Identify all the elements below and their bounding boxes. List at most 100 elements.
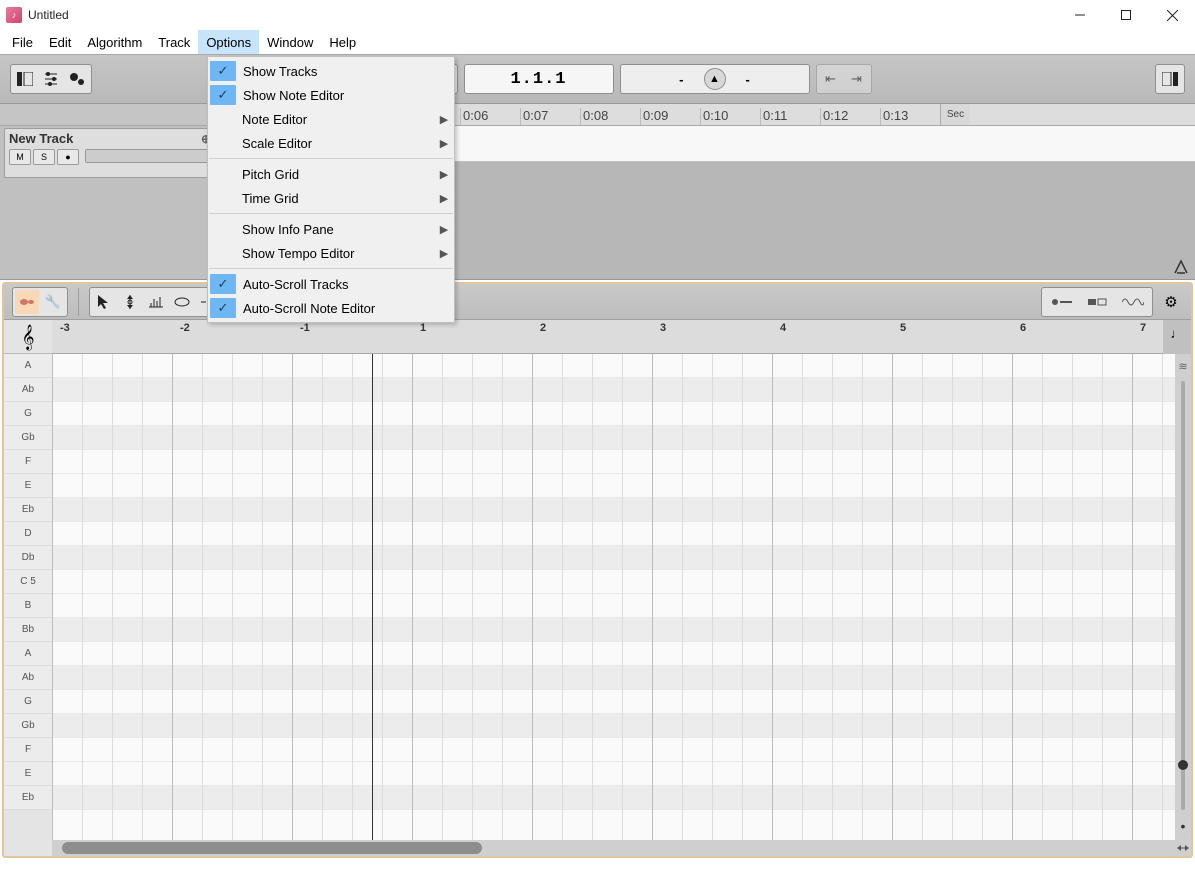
submenu-arrow-icon: ▶: [434, 168, 454, 181]
pitch-tool-icon[interactable]: [118, 290, 142, 314]
note-ruler[interactable]: -3-2-11234567: [52, 320, 1163, 354]
menuitem-note-editor[interactable]: Note Editor▶: [208, 107, 454, 131]
menuitem-auto-scroll-tracks[interactable]: ✓Auto-Scroll Tracks: [208, 272, 454, 296]
vertical-zoom-slider[interactable]: ≋ •: [1175, 354, 1191, 840]
menu-file[interactable]: File: [4, 30, 41, 54]
blob-tool-icon[interactable]: [65, 67, 89, 91]
pitch-label: B: [4, 594, 52, 618]
pitch-label: Gb: [4, 426, 52, 450]
grid-row: [52, 498, 1175, 522]
pitch-label: Ab: [4, 666, 52, 690]
grid-row: [52, 642, 1175, 666]
pitch-label: Eb: [4, 498, 52, 522]
bar-number: 7: [1140, 322, 1146, 334]
menuitem-scale-editor[interactable]: Scale Editor▶: [208, 131, 454, 155]
menu-algorithm[interactable]: Algorithm: [79, 30, 150, 54]
pitch-label: Ab: [4, 378, 52, 402]
check-icon: [208, 163, 236, 185]
bar-number: 5: [900, 322, 906, 334]
note-grid[interactable]: [52, 354, 1175, 840]
window-title: Untitled: [28, 8, 1057, 22]
metronome-icon[interactable]: ▲: [704, 68, 726, 90]
vslider-thumb[interactable]: [1178, 760, 1188, 770]
pitch-label: F: [4, 450, 52, 474]
nudge-right-icon: ⇥: [845, 67, 869, 91]
menuitem-show-tempo-editor[interactable]: Show Tempo Editor▶: [208, 241, 454, 265]
track-solo-button[interactable]: S: [33, 149, 55, 165]
maximize-button[interactable]: [1103, 0, 1149, 30]
tempo-right: -: [746, 72, 750, 87]
submenu-arrow-icon: ▶: [434, 137, 454, 150]
minimize-button[interactable]: [1057, 0, 1103, 30]
menu-window[interactable]: Window: [259, 30, 321, 54]
grid-row: [52, 450, 1175, 474]
menuitem-show-info-pane[interactable]: Show Info Pane▶: [208, 217, 454, 241]
tempo-left: -: [679, 72, 683, 87]
time-tick: 0:10: [700, 108, 760, 125]
view-mode-bars-icon[interactable]: [1080, 290, 1114, 314]
time-unit-label[interactable]: Sec: [940, 104, 970, 125]
track-name: New Track: [9, 131, 73, 146]
check-icon: ✓: [210, 61, 236, 81]
view-mode-blobs-icon[interactable]: [1044, 290, 1078, 314]
note-blob-tool-icon[interactable]: [170, 290, 194, 314]
amplitude-tool-icon[interactable]: [144, 290, 168, 314]
layout-panels-icon[interactable]: [13, 67, 37, 91]
right-panel-icon[interactable]: [1158, 67, 1182, 91]
track-mute-button[interactable]: M: [9, 149, 31, 165]
transport-position[interactable]: 1.1.1: [464, 64, 614, 94]
menuitem-show-tracks[interactable]: ✓Show Tracks: [208, 59, 454, 83]
close-button[interactable]: [1149, 0, 1195, 30]
menuitem-time-grid[interactable]: Time Grid▶: [208, 186, 454, 210]
menu-options[interactable]: Options: [198, 30, 259, 54]
bar-number: 3: [660, 322, 666, 334]
menu-track[interactable]: Track: [150, 30, 198, 54]
menuitem-show-note-editor[interactable]: ✓Show Note Editor: [208, 83, 454, 107]
grid-row: [52, 546, 1175, 570]
mixer-sliders-icon[interactable]: [39, 67, 63, 91]
menuitem-auto-scroll-note-editor[interactable]: ✓Auto-Scroll Note Editor: [208, 296, 454, 320]
pitch-label: F: [4, 738, 52, 762]
bar-number: 2: [540, 322, 546, 334]
corner-resize-icon[interactable]: [1175, 840, 1191, 856]
check-icon: [208, 218, 236, 240]
wrench-icon[interactable]: 🔧: [41, 290, 65, 314]
grid-row: [52, 690, 1175, 714]
grid-row: [52, 570, 1175, 594]
gear-icon[interactable]: ⚙: [1159, 290, 1183, 314]
pointer-tool-icon[interactable]: [92, 290, 116, 314]
playhead[interactable]: [372, 354, 373, 840]
track-volume-slider[interactable]: [85, 149, 211, 163]
grid-row: [52, 786, 1175, 810]
grid-row: [52, 618, 1175, 642]
bar-number: 1: [420, 322, 426, 334]
pitch-label: G: [4, 402, 52, 426]
check-icon: ✓: [210, 274, 236, 294]
scrollbar-thumb[interactable]: [62, 842, 482, 854]
submenu-arrow-icon: ▶: [434, 192, 454, 205]
check-icon: [208, 187, 236, 209]
track-card[interactable]: New Track ⊕ MS●: [4, 128, 216, 178]
check-icon: [208, 242, 236, 264]
bar-number: 6: [1020, 322, 1026, 334]
grid-row: [52, 762, 1175, 786]
menu-edit[interactable]: Edit: [41, 30, 79, 54]
horizontal-scrollbar[interactable]: [52, 840, 1175, 856]
menuitem-pitch-grid[interactable]: Pitch Grid▶: [208, 162, 454, 186]
note-editor: 🔧 ♯ ♮ ◈ ◈ ⚙ 𝄞 A: [2, 282, 1193, 858]
view-mode-waveform-icon[interactable]: [1116, 290, 1150, 314]
track-record-button[interactable]: ●: [57, 149, 79, 165]
clef-icon[interactable]: 𝄞: [4, 320, 52, 354]
track-corner-icon[interactable]: [1173, 259, 1189, 275]
tempo-display[interactable]: - ▲ -: [620, 64, 810, 94]
bar-number: -3: [60, 322, 70, 334]
menuitem-label: Note Editor: [236, 112, 434, 127]
blob-view-icon[interactable]: [15, 290, 39, 314]
note-value-icon[interactable]: ♩: [1163, 320, 1191, 354]
check-icon: ✓: [210, 298, 236, 318]
pitch-label: A: [4, 354, 52, 378]
menu-help[interactable]: Help: [321, 30, 364, 54]
grid-row: [52, 402, 1175, 426]
time-tick: 0:09: [640, 108, 700, 125]
menuitem-label: Show Tempo Editor: [236, 246, 434, 261]
